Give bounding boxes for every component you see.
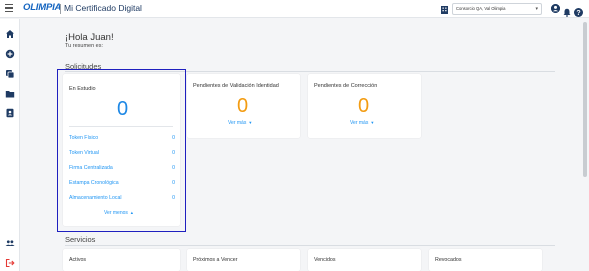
card-activos: Activos xyxy=(63,249,180,271)
contacts-icon[interactable] xyxy=(5,108,15,118)
card-title: Pendientes de Corrección xyxy=(314,83,378,89)
greeting-title: ¡Hola Juan! xyxy=(65,32,114,43)
chevron-down-icon: ▼ xyxy=(248,120,253,125)
section-divider xyxy=(65,245,555,246)
card-revocados: Revocados xyxy=(429,249,542,271)
app-title: Mi Certificado Digital xyxy=(64,3,142,13)
greeting-subtitle: Tu resumen es: xyxy=(65,43,104,49)
card-title: Revocados xyxy=(435,257,462,263)
chevron-down-icon: ▾ xyxy=(535,6,538,12)
ver-mas-label: Ver más xyxy=(228,120,247,126)
card-title: Vencidos xyxy=(314,257,336,263)
sidebar xyxy=(0,19,20,271)
card-pendientes-validacion: Pendientes de Validación Identidad 0 Ver… xyxy=(187,74,300,138)
ver-mas-toggle[interactable]: Ver más ▼ xyxy=(350,120,374,126)
company-select[interactable]: Consorcio QA, Val Olimpia ▾ xyxy=(452,3,542,15)
chevron-down-icon: ▼ xyxy=(370,120,375,125)
ver-mas-toggle[interactable]: Ver más ▼ xyxy=(228,120,252,126)
logo-divider xyxy=(60,4,61,14)
card-title: Pendientes de Validación Identidad xyxy=(193,83,279,89)
bell-icon[interactable] xyxy=(563,4,571,17)
logout-icon[interactable] xyxy=(5,258,15,268)
building-icon xyxy=(441,6,448,14)
ver-mas-label: Ver más xyxy=(350,120,369,126)
user-icon[interactable] xyxy=(551,4,560,13)
section-title-servicios: Servicios xyxy=(65,235,96,244)
svg-text:?: ? xyxy=(576,10,580,17)
home-icon[interactable] xyxy=(5,29,15,39)
selection-highlight xyxy=(57,69,186,232)
copy-icon[interactable] xyxy=(5,69,15,79)
top-bar: OLIMPIA Mi Certificado Digital Consorcio… xyxy=(0,0,589,18)
pendientes-validacion-count: 0 xyxy=(237,95,249,117)
card-title: Próximos a Vencer xyxy=(193,257,238,263)
folder-icon[interactable] xyxy=(5,89,15,99)
olimpia-logo: OLIMPIA xyxy=(23,2,62,13)
menu-icon[interactable] xyxy=(5,4,13,13)
company-select-value: Consorcio QA, Val Olimpia xyxy=(456,6,506,11)
users-icon[interactable] xyxy=(5,238,15,248)
card-proximos-vencer: Próximos a Vencer xyxy=(187,249,300,271)
card-title: Activos xyxy=(69,257,87,263)
pendientes-correccion-count: 0 xyxy=(358,95,370,117)
card-pendientes-correccion: Pendientes de Corrección 0 Ver más ▼ xyxy=(308,74,421,138)
vertical-scrollbar[interactable] xyxy=(583,22,587,177)
add-icon[interactable] xyxy=(5,49,15,59)
help-icon[interactable]: ? xyxy=(574,4,583,17)
card-vencidos: Vencidos xyxy=(308,249,421,271)
